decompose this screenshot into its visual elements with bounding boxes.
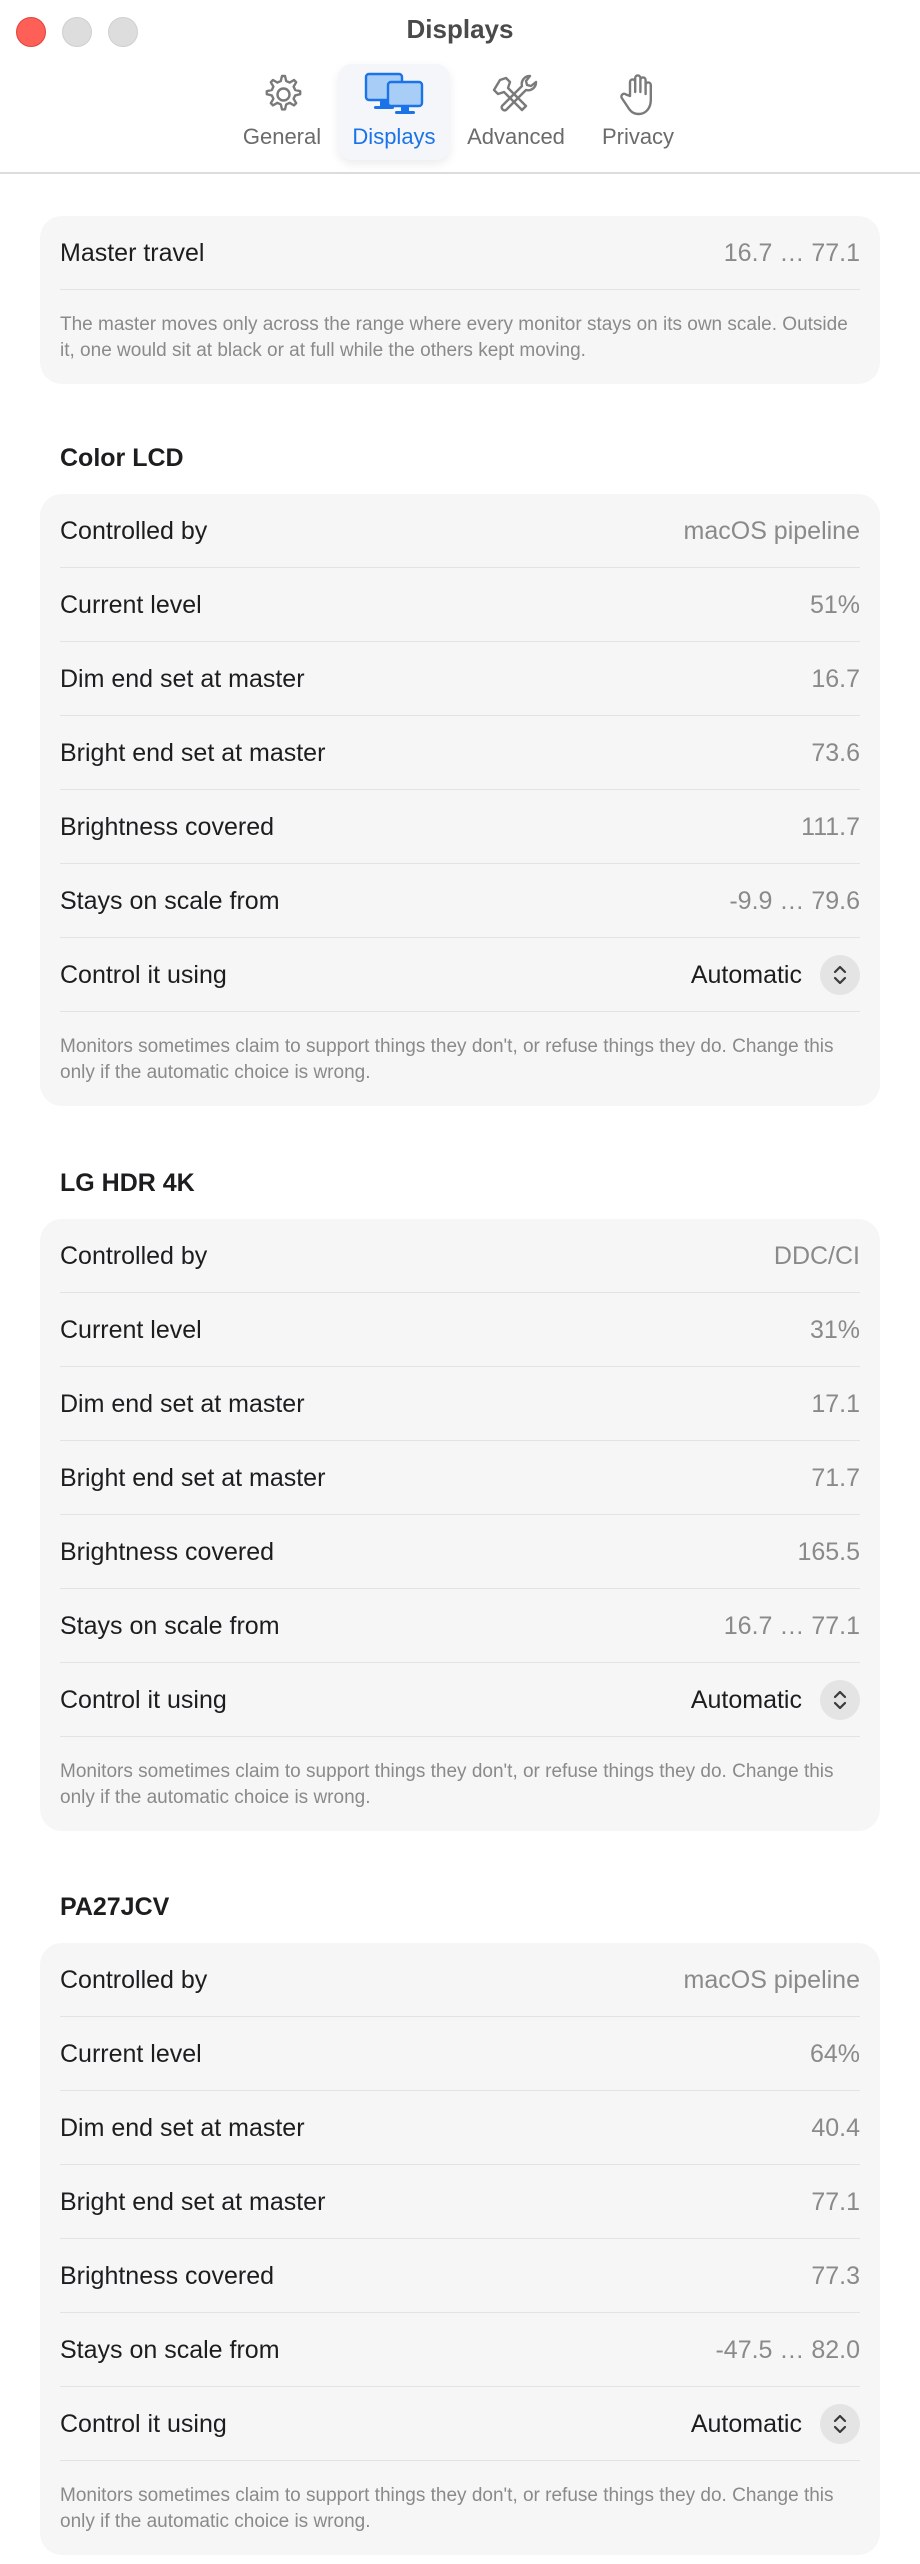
- chevron-up-down-icon: [820, 2404, 860, 2444]
- control-method-select[interactable]: Automatic: [691, 1680, 860, 1720]
- row-value: 16.7 … 77.1: [723, 1612, 860, 1640]
- control-method-note: Monitors sometimes claim to support thin…: [60, 2485, 834, 2532]
- window-title: Displays: [406, 14, 514, 44]
- row-label: Current level: [60, 591, 202, 619]
- master-travel-value: 16.7 … 77.1: [723, 239, 860, 267]
- row-bright-end: Bright end set at master 77.1: [60, 2165, 860, 2239]
- tab-privacy-label: Privacy: [601, 124, 675, 149]
- hand-icon: [620, 74, 652, 116]
- tools-icon: [492, 74, 538, 112]
- control-method-note: Monitors sometimes claim to support thin…: [60, 1761, 834, 1808]
- row-value: macOS pipeline: [683, 517, 860, 545]
- display-card-pa27jcv: Controlled by macOS pipeline Current lev…: [40, 1943, 880, 2555]
- row-label: Control it using: [60, 961, 227, 989]
- row-label: Stays on scale from: [60, 2336, 280, 2364]
- row-label: Brightness covered: [60, 813, 275, 841]
- row-control-method: Control it using Automatic: [60, 2387, 860, 2461]
- row-label: Control it using: [60, 1686, 227, 1714]
- control-method-value: Automatic: [690, 2409, 802, 2438]
- row-label: Stays on scale from: [60, 887, 280, 915]
- row-value: -47.5 … 82.0: [715, 2336, 860, 2364]
- row-brightness-covered: Brightness covered 165.5: [60, 1515, 860, 1589]
- row-label: Dim end set at master: [60, 2114, 305, 2142]
- row-label: Brightness covered: [60, 1538, 275, 1566]
- row-value: 111.7: [801, 813, 860, 841]
- row-value: DDC/CI: [773, 1242, 860, 1270]
- tab-advanced[interactable]: Advanced: [460, 64, 572, 160]
- row-bright-end: Bright end set at master 73.6: [60, 716, 860, 790]
- preferences-tabs: General Displays Advanced Privacy: [0, 64, 920, 164]
- master-travel-card: Master travel 16.7 … 77.1 The master mov…: [40, 216, 880, 384]
- row-current-level: Current level 51%: [60, 568, 860, 642]
- row-value: 51%: [809, 591, 860, 619]
- row-controlled-by: Controlled by macOS pipeline: [60, 1943, 860, 2017]
- control-method-value: Automatic: [690, 1685, 802, 1714]
- row-value: 77.3: [811, 2262, 860, 2290]
- row-label: Controlled by: [60, 517, 208, 545]
- row-stays-on-scale: Stays on scale from -9.9 … 79.6: [60, 864, 860, 938]
- row-label: Controlled by: [60, 1966, 208, 1994]
- display-title-pa27jcv: PA27JCV: [60, 1893, 170, 1921]
- row-label: Dim end set at master: [60, 1390, 305, 1418]
- control-method-note: Monitors sometimes claim to support thin…: [60, 1036, 834, 1083]
- control-method-select[interactable]: Automatic: [691, 955, 860, 995]
- row-label: Current level: [60, 2040, 202, 2068]
- row-label: Bright end set at master: [60, 1464, 326, 1492]
- row-controlled-by: Controlled by DDC/CI: [60, 1219, 860, 1293]
- display-title-lg-hdr-4k: LG HDR 4K: [60, 1169, 195, 1197]
- display-card-color-lcd: Controlled by macOS pipeline Current lev…: [40, 494, 880, 1106]
- master-travel-note: The master moves only across the range w…: [60, 314, 848, 361]
- tab-general[interactable]: General: [226, 64, 338, 160]
- row-control-method: Control it using Automatic: [60, 938, 860, 1012]
- row-value: macOS pipeline: [683, 1966, 860, 1994]
- row-bright-end: Bright end set at master 71.7: [60, 1441, 860, 1515]
- row-label: Bright end set at master: [60, 2188, 326, 2216]
- row-brightness-covered: Brightness covered 111.7: [60, 790, 860, 864]
- row-current-level: Current level 31%: [60, 1293, 860, 1367]
- row-value: 165.5: [797, 1538, 860, 1566]
- tab-general-label: General: [242, 124, 322, 149]
- control-method-value: Automatic: [690, 960, 802, 989]
- row-label: Current level: [60, 1316, 202, 1344]
- gear-icon: [265, 74, 302, 111]
- display-title-color-lcd: Color LCD: [60, 444, 184, 472]
- row-value: 77.1: [811, 2188, 860, 2216]
- row-label: Stays on scale from: [60, 1612, 280, 1640]
- chevron-up-down-icon: [820, 1680, 860, 1720]
- row-value: 16.7: [811, 665, 860, 693]
- row-value: 17.1: [811, 1390, 860, 1418]
- row-dim-end: Dim end set at master 17.1: [60, 1367, 860, 1441]
- row-value: -9.9 … 79.6: [729, 887, 860, 915]
- tab-displays[interactable]: Displays: [338, 64, 450, 160]
- row-stays-on-scale: Stays on scale from -47.5 … 82.0: [60, 2313, 860, 2387]
- row-value: 31%: [809, 1316, 860, 1344]
- chevron-up-down-icon: [820, 955, 860, 995]
- row-label: Dim end set at master: [60, 665, 305, 693]
- row-label: Bright end set at master: [60, 739, 326, 767]
- tab-privacy[interactable]: Privacy: [582, 64, 694, 160]
- row-label: Controlled by: [60, 1242, 208, 1270]
- master-travel-row: Master travel 16.7 … 77.1: [60, 216, 860, 290]
- row-value: 64%: [809, 2040, 860, 2068]
- row-current-level: Current level 64%: [60, 2017, 860, 2091]
- tab-advanced-label: Advanced: [467, 124, 565, 149]
- row-stays-on-scale: Stays on scale from 16.7 … 77.1: [60, 1589, 860, 1663]
- row-label: Control it using: [60, 2410, 227, 2438]
- display-card-lg-hdr-4k: Controlled by DDC/CI Current level 31% D…: [40, 1219, 880, 1831]
- master-travel-label: Master travel: [60, 239, 205, 267]
- row-dim-end: Dim end set at master 16.7: [60, 642, 860, 716]
- window-toolbar: Displays General Displays Advanced Priva…: [0, 0, 920, 174]
- row-value: 40.4: [811, 2114, 860, 2142]
- row-control-method: Control it using Automatic: [60, 1663, 860, 1737]
- control-method-select[interactable]: Automatic: [691, 2404, 860, 2444]
- row-brightness-covered: Brightness covered 77.3: [60, 2239, 860, 2313]
- row-dim-end: Dim end set at master 40.4: [60, 2091, 860, 2165]
- row-controlled-by: Controlled by macOS pipeline: [60, 494, 860, 568]
- row-label: Brightness covered: [60, 2262, 275, 2290]
- row-value: 71.7: [811, 1464, 860, 1492]
- displays-icon: [364, 72, 424, 114]
- row-value: 73.6: [811, 739, 860, 767]
- tab-displays-label: Displays: [352, 124, 436, 149]
